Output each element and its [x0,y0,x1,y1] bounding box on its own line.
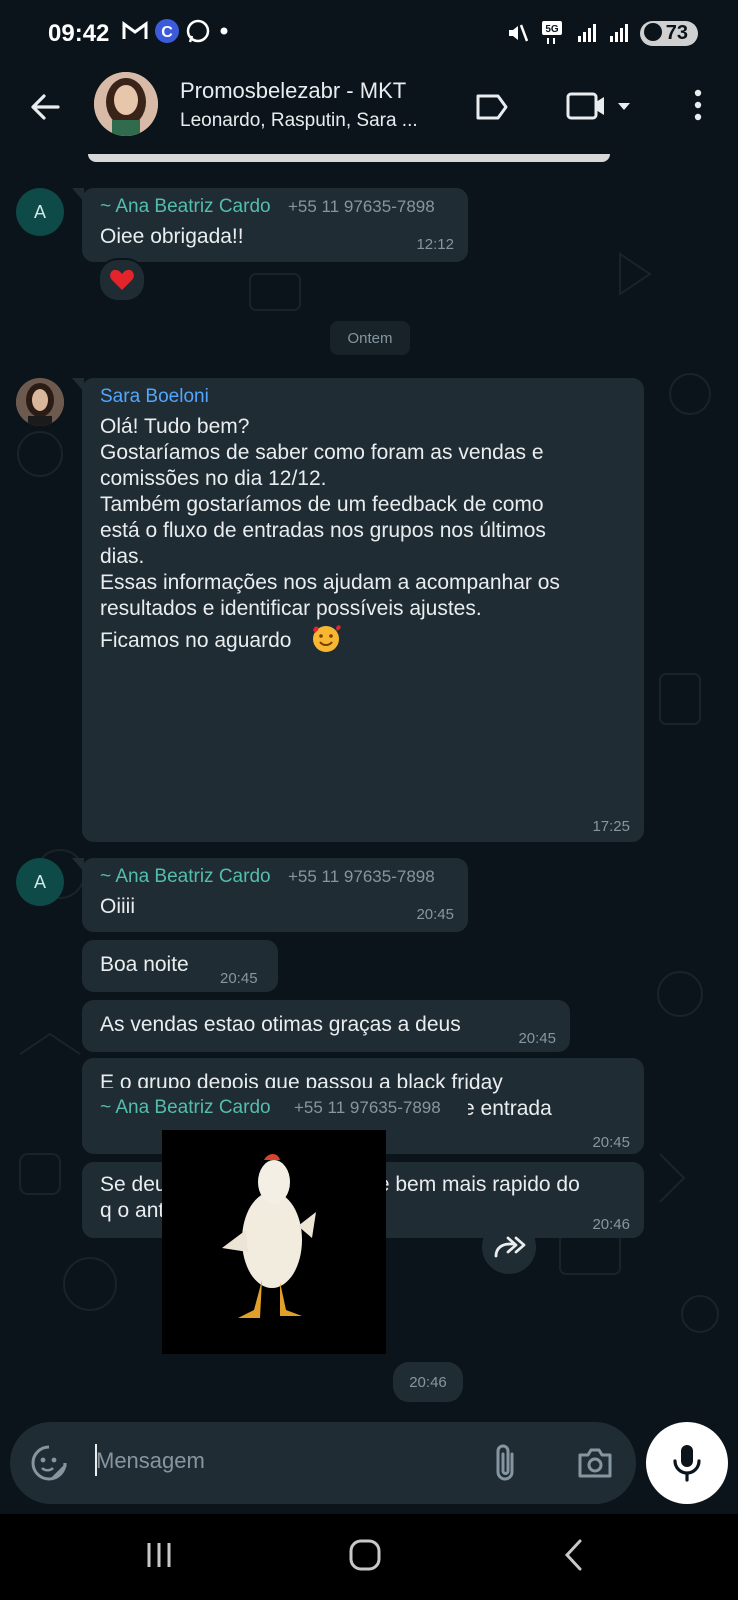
system-icons: 5G 73 [506,20,698,46]
system-navigation-bar [0,1514,738,1600]
message-time: 12:12 [416,236,454,253]
home-button[interactable] [348,1538,382,1577]
whatsapp-status-icon [186,19,210,43]
message-line: resultados e identificar possíveis ajust… [100,597,482,620]
message-line: Gostaríamos de saber como foram as venda… [100,441,544,464]
chat-header: Promosbelezabr - MKT Leonardo, Rasputin,… [0,72,738,154]
status-time: 09:42 [48,20,110,47]
microphone-icon [673,1445,701,1482]
message-bubble[interactable]: Boa noite 20:45 [82,940,278,992]
dot-icon [220,27,228,35]
battery-level: 73 [665,21,688,44]
sender-avatar[interactable]: A [16,858,64,906]
message-bubble[interactable]: ~ Ana Beatriz Cardo +55 11 97635-7898 Oi… [72,188,468,262]
message-line: Essas informações nos ajudam a acompanha… [100,571,560,594]
forward-button[interactable] [482,1220,536,1274]
message-text: Boa noite [100,953,189,976]
sticker-sender-bubble[interactable]: ~ Ana Beatriz Cardo +55 11 97635-7898 [82,1088,468,1128]
message-time: 17:25 [592,818,630,835]
back-nav-button[interactable] [562,1538,586,1577]
message-composer[interactable]: Mensagem [10,1422,636,1504]
date-separator: Ontem [330,321,410,355]
paperclip-icon [496,1444,514,1481]
notification-icons: C [122,18,230,44]
message-text: As vendas estao otimas graças a deus [100,1013,461,1036]
forward-icon [494,1236,526,1258]
group-avatar[interactable] [94,72,158,136]
label-icon [476,94,508,120]
sender-phone: +55 11 97635-7898 [288,867,435,886]
sender-name[interactable]: ~ Ana Beatriz Cardo [100,1097,271,1119]
chat-participants[interactable]: Leonardo, Rasputin, Sara ... [180,110,450,132]
gmail-icon [122,21,148,39]
dancing-chicken-image [162,1130,386,1354]
svg-text:C: C [161,24,173,41]
message-bubble[interactable]: Sara Boeloni Olá! Tudo bem? Gostaríamos … [72,378,644,842]
more-options-button[interactable] [690,88,706,127]
message-bubble[interactable]: As vendas estao otimas graças a deus 20:… [82,1000,570,1052]
message-time: 20:45 [592,1134,630,1151]
message-line: está o fluxo de entradas nos grupos nos … [100,519,546,542]
signal-bars-icon [577,24,596,42]
message-time: 20:45 [518,1030,556,1047]
sender-name[interactable]: ~ Ana Beatriz Cardo [100,866,271,888]
kebab-menu-icon [694,89,702,121]
video-camera-icon [566,92,630,120]
message-line: Ficamos no aguardo [100,629,292,652]
message-line: Olá! Tudo bem? [100,415,250,438]
camera-button[interactable] [576,1446,614,1485]
sticker-smiley-icon [31,1445,67,1481]
label-button[interactable] [474,92,510,127]
recents-icon [147,1543,171,1567]
signal-5g-icon: 5G [541,21,562,44]
arrow-left-icon [31,94,60,120]
signal-bars-2-icon [609,24,628,42]
chevron-left-icon [564,1539,582,1571]
sender-avatar[interactable]: A [16,188,64,236]
chat-title[interactable]: Promosbelezabr - MKT [180,78,406,104]
message-bubble[interactable]: ~ Ana Beatriz Cardo +55 11 97635-7898 Oi… [72,858,468,932]
message-line: dias. [100,545,145,568]
message-time: 20:45 [220,970,258,987]
home-icon [349,1539,381,1571]
previous-message-edge [88,154,610,162]
message-line: Também gostaríamos de um feedback de com… [100,493,544,516]
svg-text:5G: 5G [545,24,559,35]
message-text: Oiee obrigada!! [100,225,244,248]
voice-message-button[interactable] [646,1422,728,1504]
sender-name[interactable]: ~ Ana Beatriz Cardo [100,196,271,218]
message-time: 20:45 [416,906,454,923]
message-line: comissões no dia 12/12. [100,467,327,490]
sender-name[interactable]: Sara Boeloni [100,386,209,408]
reaction-badge[interactable] [98,258,146,302]
smiling-face-with-hearts-emoji [313,625,341,652]
chicken-sticker[interactable] [162,1130,386,1354]
battery-indicator: 73 [639,20,698,46]
sender-avatar[interactable] [16,378,64,426]
camera-icon [578,1448,612,1478]
message-time: 20:46 [592,1216,630,1233]
video-call-button[interactable] [566,90,632,127]
sender-phone: +55 11 97635-7898 [294,1098,441,1117]
recents-button[interactable] [144,1540,174,1575]
heart-icon [110,269,134,290]
message-input[interactable]: Mensagem [96,1448,205,1474]
c-app-icon: C [155,19,179,43]
sticker-button[interactable] [30,1444,68,1487]
sender-phone: +55 11 97635-7898 [288,197,435,216]
attach-button[interactable] [492,1442,520,1489]
status-bar: 09:42 C 5G 73 [0,0,738,72]
mute-icon [508,24,528,42]
message-text: Oiiii [100,895,135,918]
back-button[interactable] [28,90,62,129]
